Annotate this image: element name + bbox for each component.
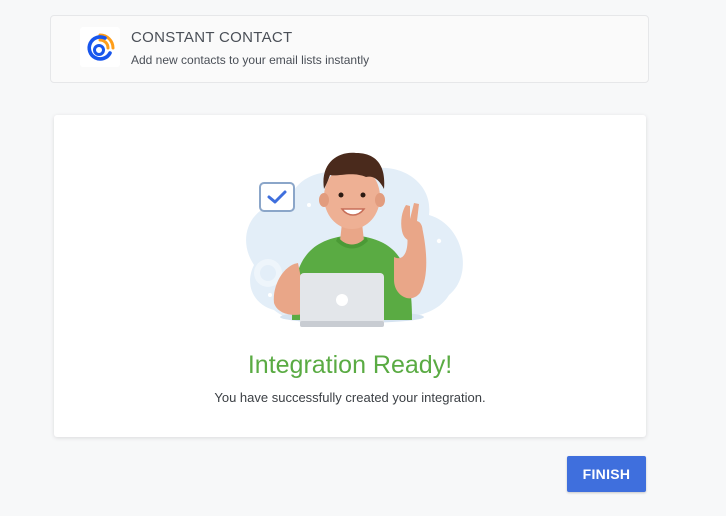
check-icon [259, 182, 295, 212]
integration-ready-card: Integration Ready! You have successfully… [54, 115, 646, 437]
finish-button[interactable]: FINISH [567, 456, 646, 492]
constant-contact-logo-icon [80, 27, 120, 67]
integration-ready-description: You have successfully created your integ… [214, 390, 486, 405]
app-title: CONSTANT CONTACT [131, 29, 293, 46]
app-description: Add new contacts to your email lists ins… [131, 53, 370, 67]
integration-ready-title: Integration Ready! [247, 351, 453, 379]
success-illustration [246, 152, 463, 327]
integration-header-card: CONSTANT CONTACT Add new contacts to you… [50, 15, 649, 83]
